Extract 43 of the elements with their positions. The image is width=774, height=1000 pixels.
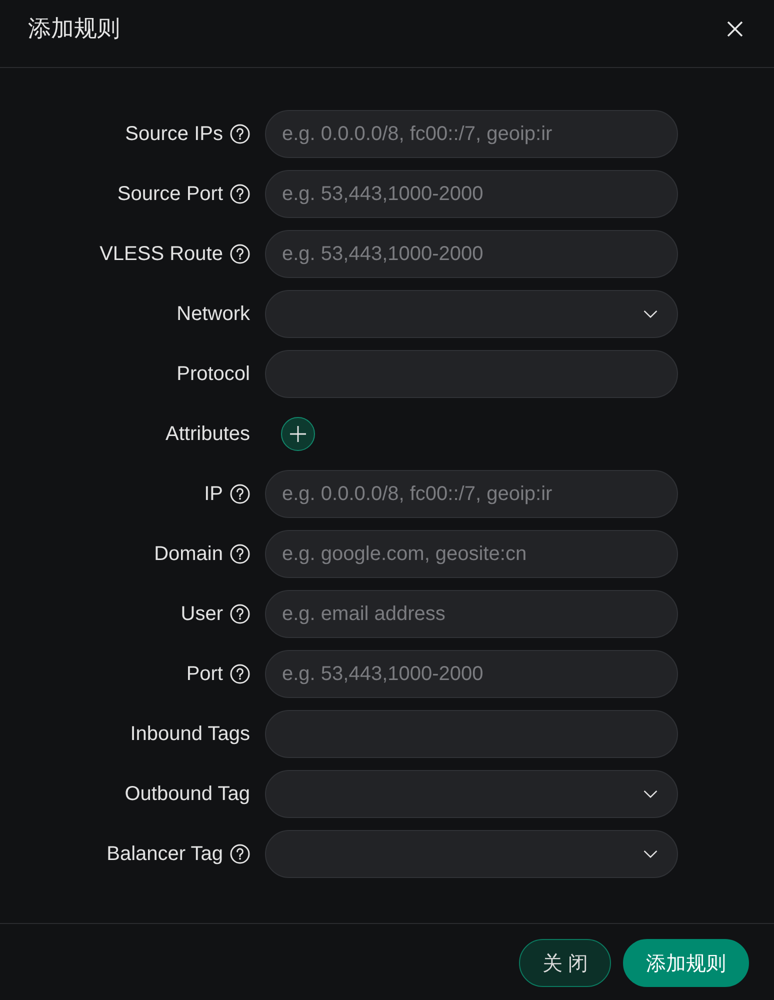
input-field[interactable]: e.g. 53,443,1000-2000 [265, 650, 678, 698]
add-rule-button[interactable]: 添加规则 [623, 939, 749, 987]
close-dialog-button[interactable]: 关 闭 [519, 939, 611, 987]
field-label: Domain [154, 542, 223, 567]
select-field[interactable] [265, 830, 678, 878]
help-icon[interactable] [230, 484, 250, 504]
input-field[interactable]: e.g. google.com, geosite:cn [265, 530, 678, 578]
field-label: Attributes [166, 422, 250, 447]
add-button[interactable] [281, 417, 315, 451]
input-field[interactable]: e.g. email address [265, 590, 678, 638]
input-field[interactable]: e.g. 0.0.0.0/8, fc00::/7, geoip:ir [265, 470, 678, 518]
chevron-down-icon [643, 850, 658, 858]
chevron-down-icon [643, 310, 658, 318]
field-label: Port [186, 662, 223, 687]
input-field[interactable] [265, 350, 678, 398]
field-label: Network [176, 302, 250, 327]
chevron-down-icon [643, 790, 658, 798]
help-icon[interactable] [230, 244, 250, 264]
input-field[interactable]: e.g. 53,443,1000-2000 [265, 230, 678, 278]
select-field[interactable] [265, 770, 678, 818]
help-icon[interactable] [230, 184, 250, 204]
close-button[interactable] [727, 21, 743, 37]
field-label: VLESS Route [100, 242, 223, 267]
help-icon[interactable] [230, 544, 250, 564]
input-field[interactable]: e.g. 53,443,1000-2000 [265, 170, 678, 218]
field-label: Inbound Tags [130, 722, 250, 747]
input-field[interactable] [265, 710, 678, 758]
plus-icon [289, 425, 307, 443]
select-field[interactable] [265, 290, 678, 338]
help-icon[interactable] [230, 844, 250, 864]
field-label: Outbound Tag [124, 782, 250, 807]
dialog-title: 添加规则 [28, 14, 120, 43]
help-icon[interactable] [230, 124, 250, 144]
field-label: Balancer Tag [106, 842, 223, 867]
help-icon[interactable] [230, 664, 250, 684]
field-label: User [180, 602, 223, 627]
field-label: Source Port [117, 182, 223, 207]
close-icon [727, 21, 743, 37]
input-field[interactable]: e.g. 0.0.0.0/8, fc00::/7, geoip:ir [265, 110, 678, 158]
help-icon[interactable] [230, 604, 250, 624]
field-label: Source IPs [125, 122, 223, 147]
field-label: IP [204, 482, 223, 507]
field-label: Protocol [176, 362, 250, 387]
